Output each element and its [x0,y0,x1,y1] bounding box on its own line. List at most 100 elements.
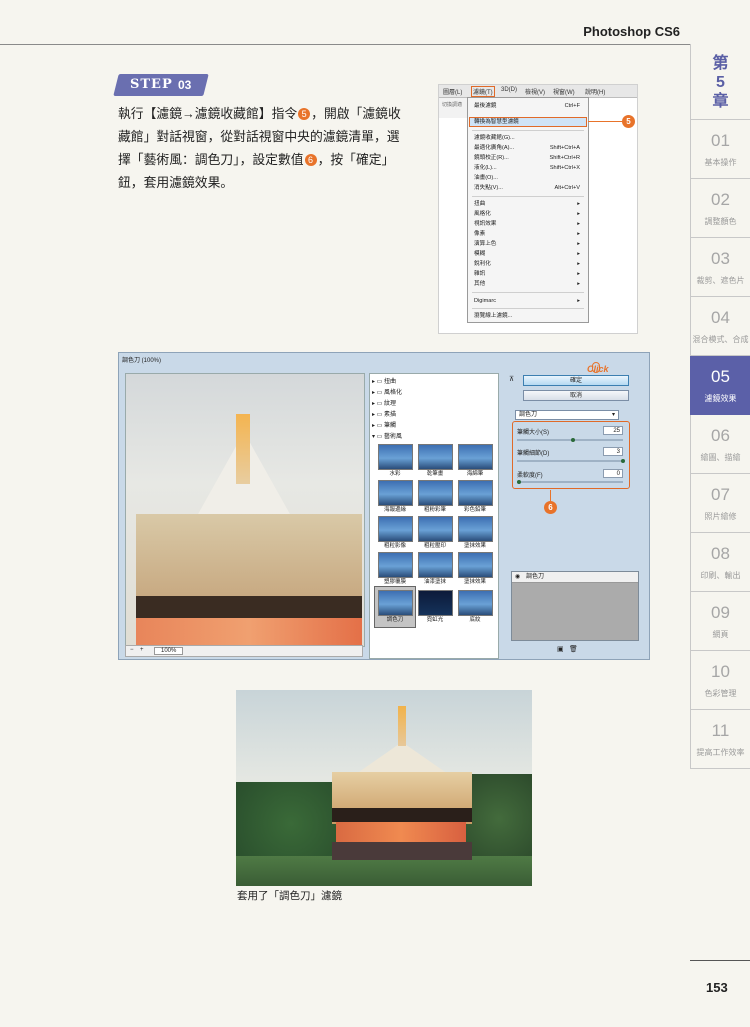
instruction-text: 執行【濾鏡→濾鏡收藏館】指令 5 ，開啟「濾鏡收 藏館」對話視窗，從對話視窗中央的濾… [118,102,410,194]
chevron-right-icon: ▸ [577,231,580,237]
chevron-right-icon: ▸ [577,201,580,207]
collapse-icon[interactable]: ⊼ [509,375,514,383]
category-artistic[interactable]: ▾ ▭ 藝術風 [372,431,402,440]
chevron-right-icon: ▸ [577,281,580,287]
stroke-detail-slider[interactable] [517,460,623,462]
submenu-other[interactable]: 其他 ▸ [474,280,584,288]
new-layer-icon[interactable]: ▣ [557,645,564,653]
submenu-sharpen[interactable]: 銳利化 ▸ [474,260,584,268]
menu-filter[interactable]: 濾鏡(T) [471,86,495,97]
softness-knob[interactable] [517,480,521,484]
filter-select[interactable]: 調色刀 ▾ [515,410,619,420]
thumb-smudge[interactable] [458,516,493,542]
chapter-number: 5 [716,74,725,91]
chapter-heading: 第 5 章 [690,44,750,120]
softness-slider[interactable] [517,481,623,483]
item-label: 油畫(O)... [474,175,498,181]
menu-item-browse-online[interactable]: 瀏覽線上濾鏡... [474,312,584,320]
thumb-poster-edges[interactable] [378,480,413,506]
category-distort[interactable]: ▸ ▭ 扭曲 [372,376,396,385]
chapter-tab-03[interactable]: 03 裁剪、遮色片 [690,238,750,297]
tab-number: 04 [711,308,730,327]
item-label: 風格化 [474,211,491,217]
item-label: 演算上色 [474,241,497,247]
eye-icon[interactable]: ◉ [515,572,520,583]
chapter-tab-10[interactable]: 10 色彩管理 [690,651,750,710]
item-label: Digimarc [474,298,497,304]
cancel-button[interactable]: 取消 [523,390,629,401]
tab-number: 02 [711,190,730,209]
thumb-smudge-stick[interactable] [458,552,493,578]
chevron-right-icon: ▸ [577,221,580,227]
thumb-rough-pastels[interactable] [418,480,453,506]
chapter-tab-01[interactable]: 01 基本操作 [690,120,750,179]
thumb-paint-daubs[interactable] [418,552,453,578]
thumb-colored-pencil[interactable] [458,480,493,506]
menu-item-vanishing[interactable]: 消失點(V)... Alt+Ctrl+V [474,184,584,192]
chapter-tab-02[interactable]: 02 調整顏色 [690,179,750,238]
thumb-neon-glow[interactable] [418,590,453,616]
zoom-control[interactable]: − + 100% [125,645,363,657]
result-spire [398,706,406,746]
menu-view[interactable]: 檢視(V) [525,87,545,96]
delete-layer-icon[interactable]: 🗑 [569,645,578,653]
submenu-render[interactable]: 演算上色 ▸ [474,240,584,248]
thumb-plastic-wrap[interactable] [378,552,413,578]
submenu-blur[interactable]: 模糊 ▸ [474,250,584,258]
menu-help[interactable]: 說明(H) [585,87,605,96]
thumb-watercolor[interactable] [378,444,413,470]
menu-item-smart-filter[interactable]: 轉換為智慧型濾鏡 [474,118,584,126]
menu-item-filter-gallery[interactable]: 濾鏡收藏館(G)... [474,134,584,142]
softness-input[interactable]: 0 [603,469,623,478]
tab-number: 08 [711,544,730,563]
chapter-tab-08[interactable]: 08 印刷、輸出 [690,533,750,592]
thumb-underpainting[interactable] [458,590,493,616]
item-label: 雜訊 [474,271,486,277]
zoom-out-icon[interactable]: − [130,647,134,653]
stroke-detail-knob[interactable] [621,459,625,463]
menu-item-oil-paint[interactable]: 油畫(O)... [474,174,584,182]
submenu-distort[interactable]: 扭曲 ▸ [474,200,584,208]
submenu-stylize[interactable]: 風格化 ▸ [474,210,584,218]
chevron-right-icon: ▸ [577,261,580,267]
category-texture[interactable]: ▸ ▭ 紋理 [372,398,396,407]
menu-item-last-filter[interactable]: 最後濾鏡 Ctrl+F [474,102,584,110]
thumb-dry-brush[interactable] [418,444,453,470]
thumb-film-grain[interactable] [378,516,413,542]
menu-item-adaptive-wide[interactable]: 最適化廣角(A)... Shift+Ctrl+A [474,144,584,152]
category-sketch[interactable]: ▸ ▭ 素描 [372,409,396,418]
stroke-detail-input[interactable]: 3 [603,447,623,456]
effect-layers-panel: ◉ 調色刀 [511,571,639,641]
menu-3d[interactable]: 3D(D) [501,87,517,93]
select-value: 調色刀 [519,412,538,418]
menu-item-lens[interactable]: 鏡頭校正(R)... Shift+Ctrl+R [474,154,584,162]
chapter-tab-05[interactable]: 05 濾鏡效果 [690,356,750,415]
effect-layer-row[interactable]: ◉ 調色刀 [512,572,638,583]
chapter-tab-09[interactable]: 09 網頁 [690,592,750,651]
submenu-video[interactable]: 視訊效果 ▸ [474,220,584,228]
brush-size-knob[interactable] [571,438,575,442]
thumb-sponge[interactable] [458,444,493,470]
chapter-tab-07[interactable]: 07 照片繪修 [690,474,750,533]
zoom-in-icon[interactable]: + [140,647,144,653]
menu-item-liquify[interactable]: 液化(L)... Shift+Ctrl+X [474,164,584,172]
submenu-digimarc[interactable]: Digimarc ▸ [474,297,584,305]
chapter-tab-04[interactable]: 04 混合模式、合成 [690,297,750,356]
submenu-pixelate[interactable]: 像素 ▸ [474,230,584,238]
page-number: 153 [706,980,728,995]
category-brush[interactable]: ▸ ▭ 筆觸 [372,420,396,429]
submenu-noise[interactable]: 雜訊 ▸ [474,270,584,278]
thumb-palette-knife[interactable] [378,590,413,616]
menu-window[interactable]: 視窗(W) [553,87,575,96]
category-stylize[interactable]: ▸ ▭ 風格化 [372,387,402,396]
menu-layer[interactable]: 圖層(L) [443,87,462,96]
zoom-value[interactable]: 100% [154,647,184,655]
chapter-tab-11[interactable]: 11 提高工作效率 [690,710,750,769]
ok-button[interactable]: 確定 [523,375,629,386]
thumb-grain-emboss[interactable] [418,516,453,542]
tab-number: 09 [711,603,730,622]
brush-size-input[interactable]: 25 [603,426,623,435]
marker-6: 6 [304,154,317,166]
chapter-tab-06[interactable]: 06 繪圖、描繪 [690,415,750,474]
brush-size-slider[interactable] [517,439,623,441]
